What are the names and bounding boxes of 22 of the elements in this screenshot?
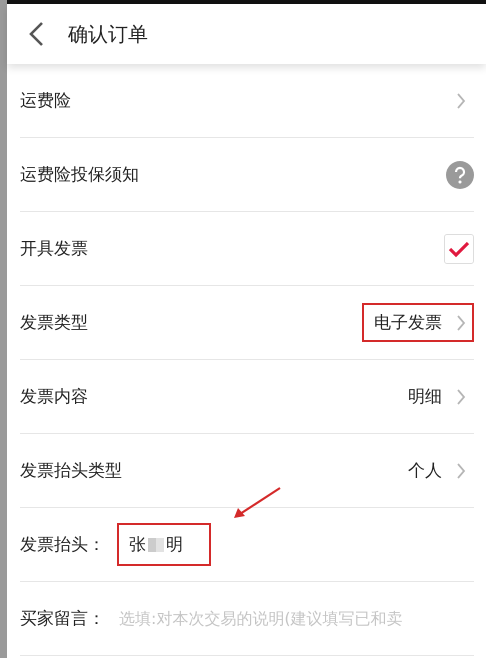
row-label: 买家留言： xyxy=(20,608,105,630)
row-label: 开具发票 xyxy=(20,238,88,260)
help-icon[interactable] xyxy=(446,160,474,188)
row-label: 发票抬头： xyxy=(20,534,105,556)
chevron-icon[interactable] xyxy=(456,314,466,332)
row-value[interactable]: 电子发票 xyxy=(374,311,442,334)
back-icon[interactable] xyxy=(28,21,44,47)
row-label: 发票抬头类型 xyxy=(20,460,122,482)
message-input-field[interactable]: 选填:对本次交易的说明(建议填写已和卖 xyxy=(117,608,474,629)
name-input-field[interactable]: 张 明 xyxy=(117,523,211,566)
row-label: 运费险投保须知 xyxy=(20,164,139,186)
row-label: 发票类型 xyxy=(20,312,88,334)
checkbox[interactable] xyxy=(444,234,474,264)
row-value[interactable]: 个人 xyxy=(408,459,442,482)
page-title: 确认订单 xyxy=(68,20,148,48)
chevron-icon[interactable] xyxy=(456,462,466,480)
row-value[interactable]: 明细 xyxy=(408,385,442,408)
checkmark-icon xyxy=(448,240,470,258)
row-label: 发票内容 xyxy=(20,386,88,408)
chevron-icon[interactable] xyxy=(456,388,466,406)
row-label: 运费险 xyxy=(20,90,71,112)
chevron-icon[interactable] xyxy=(456,92,466,110)
